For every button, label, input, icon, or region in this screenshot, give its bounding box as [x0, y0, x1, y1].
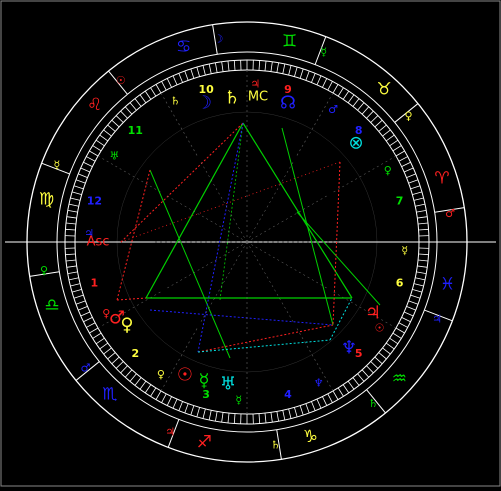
sign-glyph-aries: ♈	[434, 169, 449, 189]
house-ruler-10: ♄	[170, 95, 180, 108]
house-number-1: 1	[91, 276, 99, 289]
sign-glyph-libra: ♎	[44, 295, 59, 315]
sign-ruler-sagittarius: ♃	[165, 426, 175, 439]
sign-glyph-gemini: ♊	[282, 31, 297, 51]
house-ruler-4: ♆	[314, 376, 324, 389]
sign-glyph-sagittarius: ♐	[197, 433, 212, 453]
planet-venus: ♀	[120, 315, 133, 336]
sign-ruler-virgo: ☿	[54, 159, 61, 172]
sign-glyph-virgo: ♍	[39, 189, 54, 209]
planet-node: ☊	[280, 93, 296, 114]
house-ruler-11: ♅	[110, 149, 120, 162]
sign-glyph-aquarius: ♒	[392, 369, 407, 389]
house-ruler-3: ☿	[235, 393, 242, 406]
planet-midheaven: MC	[248, 90, 268, 105]
planet-ascendant: Asc	[87, 235, 110, 250]
house-ruler-8: ♂	[328, 103, 338, 116]
sign-glyph-cancer: ♋	[176, 37, 191, 57]
sign-ruler-capricorn: ♄	[271, 439, 281, 452]
sign-glyph-scorpio: ♏	[102, 384, 117, 404]
sign-ruler-cancer: ☽	[214, 32, 224, 45]
planet-sun: ☉	[177, 365, 193, 386]
house-number-7: 7	[396, 195, 404, 208]
planet-saturn: ♄	[224, 88, 240, 109]
house-ruler-6: ☿	[401, 244, 408, 257]
planet-uranus: ♅	[220, 374, 236, 395]
house-ruler-5: ☉	[375, 322, 385, 335]
sign-ruler-aquarius: ♄	[368, 397, 378, 410]
chart-wrap: ♈♉♊♋♌♍♎♏♐♑♒♓ ♂♀☿☽☉☿♀♂♃♄♄♃ 12345678910111…	[0, 0, 501, 487]
sign-glyph-leo: ♌	[87, 95, 102, 115]
house-ruler-7: ♀	[384, 164, 392, 177]
sign-glyph-taurus: ♉	[377, 80, 392, 100]
sign-ruler-gemini: ☿	[320, 45, 327, 58]
house-number-11: 11	[128, 124, 143, 137]
planet-moon: ☽	[196, 93, 212, 114]
planet-neptune: ♆	[341, 338, 357, 359]
sign-ruler-scorpio: ♂	[81, 362, 91, 375]
sign-ruler-taurus: ♀	[405, 109, 413, 122]
sign-glyph-capricorn: ♑	[303, 427, 318, 447]
sign-ruler-leo: ☉	[116, 74, 126, 87]
house-ruler-2: ♀	[157, 368, 165, 381]
house-number-4: 4	[284, 388, 292, 401]
sign-ruler-libra: ♀	[40, 264, 48, 277]
planet-mercury: ☿	[198, 371, 209, 392]
sign-ruler-aries: ♂	[445, 207, 455, 220]
astrology-chart-wheel: ♈♉♊♋♌♍♎♏♐♑♒♓ ♂♀☿☽☉☿♀♂♃♄♄♃ 12345678910111…	[0, 0, 501, 487]
sign-ruler-pisces: ♃	[432, 312, 442, 325]
house-number-6: 6	[396, 276, 404, 289]
house-number-12: 12	[87, 195, 102, 208]
sign-glyph-pisces: ♓	[440, 275, 455, 295]
house-number-2: 2	[131, 347, 139, 360]
planet-part-of-fortune: ⊗	[348, 133, 363, 154]
planet-jupiter: ♃	[365, 303, 381, 324]
